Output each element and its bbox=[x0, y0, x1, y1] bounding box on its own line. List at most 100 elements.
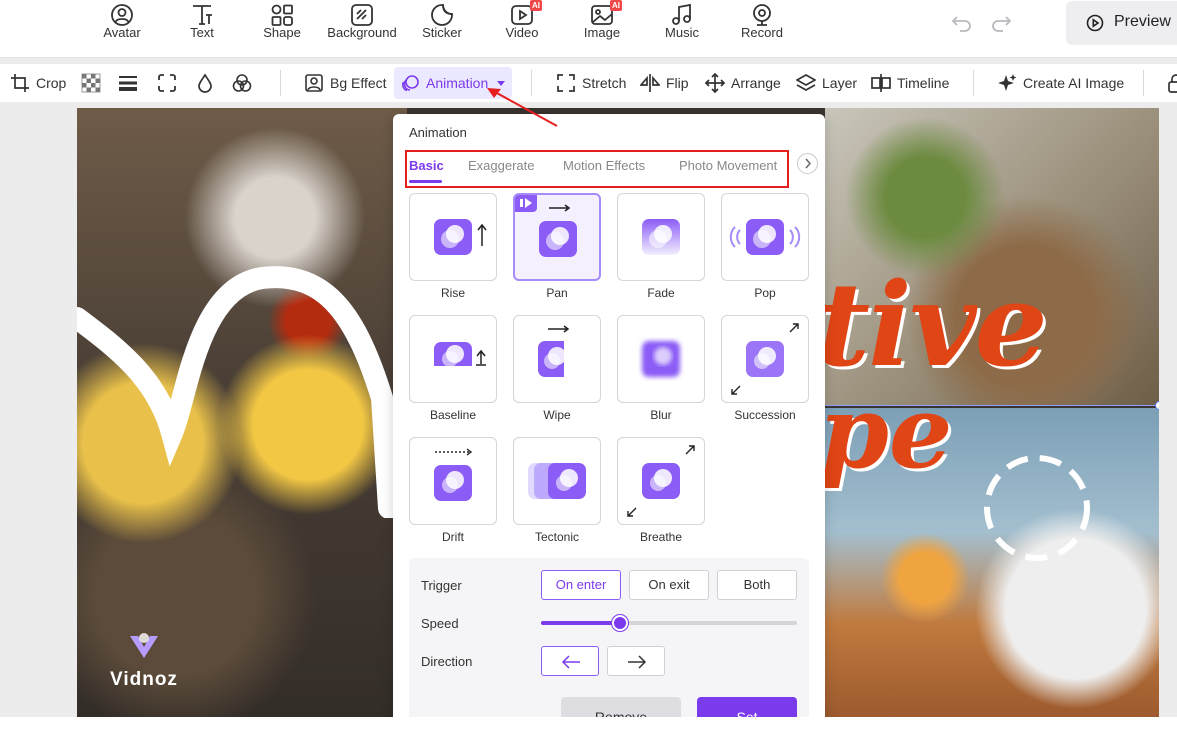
image-tool[interactable]: AI Image bbox=[562, 0, 642, 58]
text-tool-label: Text bbox=[190, 25, 214, 40]
speed-slider-thumb[interactable] bbox=[612, 615, 629, 631]
redo-icon[interactable] bbox=[990, 13, 1012, 33]
sparkle-icon bbox=[998, 74, 1017, 91]
animation-blur[interactable] bbox=[617, 315, 705, 403]
music-tool-label: Music bbox=[665, 25, 699, 40]
animation-baseline[interactable] bbox=[409, 315, 497, 403]
animation-fade-label: Fade bbox=[647, 286, 675, 300]
animation-pop-label: Pop bbox=[754, 286, 776, 300]
tab-photo-movement[interactable]: Photo Movement bbox=[679, 158, 777, 173]
crop-button[interactable]: Crop bbox=[10, 64, 66, 102]
timeline-label: Timeline bbox=[897, 75, 950, 91]
chevron-right-icon bbox=[805, 158, 812, 169]
lock-button[interactable] bbox=[1166, 64, 1177, 102]
timeline-button[interactable]: Timeline bbox=[871, 64, 949, 102]
animation-pan-label: Pan bbox=[546, 286, 568, 300]
timeline-icon bbox=[871, 74, 891, 92]
crop-icon bbox=[11, 74, 29, 92]
direction-right-button[interactable] bbox=[607, 646, 665, 676]
vidnoz-logo-icon bbox=[129, 633, 158, 658]
vidnoz-logo-text: Vidnoz bbox=[110, 669, 178, 690]
animation-succession[interactable] bbox=[721, 315, 809, 403]
filter-button[interactable] bbox=[232, 64, 258, 102]
sticker-tool[interactable]: Sticker bbox=[402, 0, 482, 58]
tab-motion-effects[interactable]: Motion Effects bbox=[563, 158, 645, 173]
border-lines-icon bbox=[119, 76, 137, 91]
animation-breathe-label: Breathe bbox=[639, 530, 683, 544]
preview-label: Preview bbox=[1114, 13, 1171, 30]
top-toolbar: Avatar Text Shape Background Sticker AI … bbox=[0, 0, 1177, 58]
animation-tabs: Basic Exaggerate Motion Effects Photo Mo… bbox=[405, 150, 789, 188]
animation-fade[interactable] bbox=[617, 193, 705, 281]
border-button[interactable] bbox=[118, 64, 144, 102]
crop-label: Crop bbox=[36, 75, 67, 91]
object-toolbar: Crop Bg Effect Animation Stretch Flip Ar… bbox=[0, 64, 1177, 102]
music-tool[interactable]: Music bbox=[642, 0, 722, 58]
animation-pan[interactable] bbox=[513, 193, 601, 281]
animation-wipe[interactable] bbox=[513, 315, 601, 403]
arrange-label: Arrange bbox=[731, 75, 781, 91]
record-tool[interactable]: Record bbox=[722, 0, 802, 58]
arrange-button[interactable]: Arrange bbox=[705, 64, 781, 102]
breathe-icon bbox=[627, 445, 695, 517]
toolbar-divider bbox=[1143, 70, 1144, 96]
transparency-button[interactable] bbox=[81, 64, 107, 102]
trigger-on-exit[interactable]: On exit bbox=[629, 570, 709, 600]
layer-button[interactable]: Layer bbox=[796, 64, 857, 102]
animation-blur-label: Blur bbox=[650, 408, 672, 422]
tabs-next-button[interactable] bbox=[797, 153, 818, 174]
selection-handle[interactable] bbox=[1155, 401, 1159, 410]
avatar-tool-label: Avatar bbox=[103, 25, 141, 40]
trigger-both[interactable]: Both bbox=[717, 570, 797, 600]
video-tool[interactable]: AI Video bbox=[482, 0, 562, 58]
flip-button[interactable]: Flip bbox=[640, 64, 689, 102]
avatar-tool[interactable]: Avatar bbox=[82, 0, 162, 58]
tab-basic[interactable]: Basic bbox=[409, 158, 444, 173]
checkerboard-icon bbox=[81, 73, 101, 93]
filter-circles-icon bbox=[232, 74, 252, 92]
trigger-on-enter[interactable]: On enter bbox=[541, 570, 621, 600]
animation-drift[interactable] bbox=[409, 437, 497, 525]
selection-line bbox=[825, 405, 1159, 406]
toolbar-divider bbox=[973, 70, 974, 96]
baseline-icon bbox=[434, 342, 486, 367]
speed-slider-fill bbox=[541, 621, 621, 625]
preview-button[interactable]: Preview bbox=[1066, 1, 1177, 45]
animation-breathe[interactable] bbox=[617, 437, 705, 525]
drift-icon bbox=[434, 448, 473, 501]
speed-slider[interactable] bbox=[541, 615, 797, 631]
record-tool-label: Record bbox=[741, 25, 783, 40]
flip-label: Flip bbox=[666, 75, 689, 91]
animation-pop[interactable] bbox=[721, 193, 809, 281]
corner-button[interactable] bbox=[157, 64, 183, 102]
layer-icon bbox=[796, 74, 816, 91]
animation-label: Animation bbox=[426, 75, 489, 91]
animation-panel: Animation Basic Exaggerate Motion Effect… bbox=[393, 114, 825, 741]
animation-icon bbox=[402, 75, 419, 92]
rise-icon bbox=[434, 219, 487, 255]
animation-tectonic[interactable] bbox=[513, 437, 601, 525]
panel-title: Animation bbox=[409, 125, 467, 140]
bg-effect-label: Bg Effect bbox=[330, 75, 387, 91]
tab-exaggerate[interactable]: Exaggerate bbox=[468, 158, 535, 173]
flip-icon bbox=[640, 74, 660, 92]
undo-icon[interactable] bbox=[951, 13, 973, 33]
background-tool[interactable]: Background bbox=[322, 0, 402, 58]
speed-label: Speed bbox=[421, 616, 459, 631]
drop-icon bbox=[198, 73, 212, 93]
text-tool[interactable]: Text bbox=[162, 0, 242, 58]
bg-effect-button[interactable]: Bg Effect bbox=[304, 64, 387, 102]
preview-tag-icon bbox=[515, 195, 537, 212]
animation-rise[interactable] bbox=[409, 193, 497, 281]
stretch-button[interactable]: Stretch bbox=[556, 64, 626, 102]
corner-icon bbox=[158, 74, 176, 92]
create-ai-image-button[interactable]: Create AI Image bbox=[997, 64, 1124, 102]
shape-tool[interactable]: Shape bbox=[242, 0, 322, 58]
headline-text-2[interactable]: pe bbox=[819, 373, 953, 491]
stretch-label: Stretch bbox=[582, 75, 627, 91]
direction-left-button[interactable] bbox=[541, 646, 599, 676]
opacity-button[interactable] bbox=[195, 64, 221, 102]
animation-baseline-label: Baseline bbox=[429, 408, 477, 422]
video-ai-badge: AI bbox=[530, 0, 542, 11]
background-tool-label: Background bbox=[327, 25, 397, 40]
